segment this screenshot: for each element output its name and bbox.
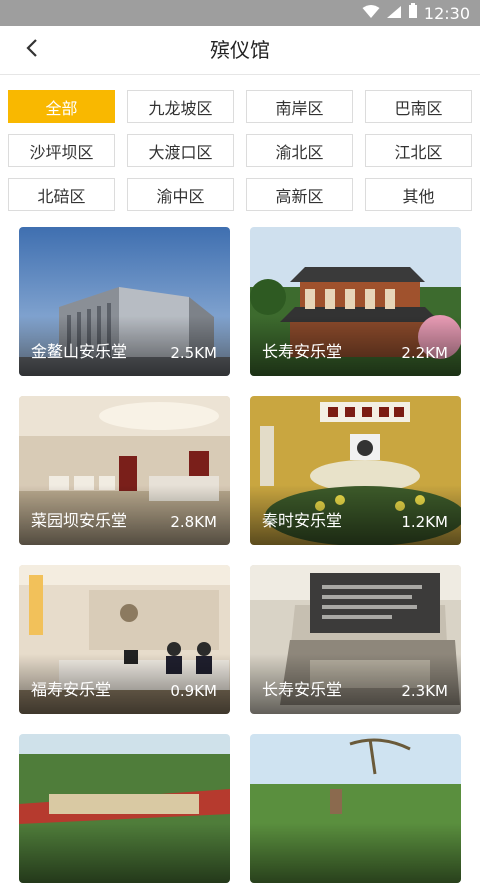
card-distance: 2.3KM: [401, 682, 448, 700]
status-bar: 12:30: [0, 0, 480, 26]
filter-yubei[interactable]: 渝北区: [246, 134, 353, 167]
page-title: 殡仪馆: [210, 38, 270, 62]
filter-shapingba[interactable]: 沙坪坝区: [8, 134, 115, 167]
card-overlay: [19, 823, 230, 883]
funeral-home-card[interactable]: 菜园坝安乐堂 2.8KM: [19, 396, 230, 545]
funeral-home-list: 金鳌山安乐堂 2.5KM 长寿安乐堂 2.2KM 菜园坝安乐堂 2.8KM 秦时…: [19, 227, 461, 883]
filter-nanan[interactable]: 南岸区: [246, 90, 353, 123]
funeral-home-card[interactable]: 长寿安乐堂 2.3KM: [250, 565, 461, 714]
card-name: 长寿安乐堂: [262, 342, 343, 361]
card-name: 福寿安乐堂: [31, 680, 112, 699]
funeral-home-card[interactable]: [19, 734, 230, 883]
funeral-home-card[interactable]: [250, 734, 461, 883]
status-icons: 12:30: [362, 3, 470, 23]
filter-jiangbei[interactable]: 江北区: [365, 134, 472, 167]
filter-dadukou[interactable]: 大渡口区: [127, 134, 234, 167]
funeral-home-card[interactable]: 秦时安乐堂 1.2KM: [250, 396, 461, 545]
filter-other[interactable]: 其他: [365, 178, 472, 211]
signal-icon: [386, 4, 402, 23]
filter-banan[interactable]: 巴南区: [365, 90, 472, 123]
filter-all[interactable]: 全部: [8, 90, 115, 123]
card-name: 秦时安乐堂: [262, 511, 343, 530]
filter-beibei[interactable]: 北碚区: [8, 178, 115, 211]
funeral-home-card[interactable]: 长寿安乐堂 2.2KM: [250, 227, 461, 376]
card-distance: 2.2KM: [401, 344, 448, 362]
funeral-home-card[interactable]: 金鳌山安乐堂 2.5KM: [19, 227, 230, 376]
card-distance: 0.9KM: [170, 682, 217, 700]
district-filter-grid: 全部 九龙坡区 南岸区 巴南区 沙坪坝区 大渡口区 渝北区 江北区 北碚区 渝中…: [8, 90, 472, 211]
card-distance: 2.5KM: [170, 344, 217, 362]
card-overlay: [250, 823, 461, 883]
card-distance: 1.2KM: [401, 513, 448, 531]
back-button[interactable]: [18, 36, 46, 64]
card-name: 菜园坝安乐堂: [31, 511, 128, 530]
status-time: 12:30: [423, 3, 470, 23]
filter-yuzhong[interactable]: 渝中区: [127, 178, 234, 211]
card-name: 长寿安乐堂: [262, 680, 343, 699]
battery-icon: [408, 3, 418, 23]
filter-gaoxin[interactable]: 高新区: [246, 178, 353, 211]
funeral-home-card[interactable]: 福寿安乐堂 0.9KM: [19, 565, 230, 714]
wifi-icon: [362, 4, 380, 23]
chevron-left-icon: [24, 38, 40, 62]
filter-jiulongpo[interactable]: 九龙坡区: [127, 90, 234, 123]
app-header: 殡仪馆: [0, 26, 480, 75]
card-name: 金鳌山安乐堂: [31, 342, 128, 361]
card-distance: 2.8KM: [170, 513, 217, 531]
